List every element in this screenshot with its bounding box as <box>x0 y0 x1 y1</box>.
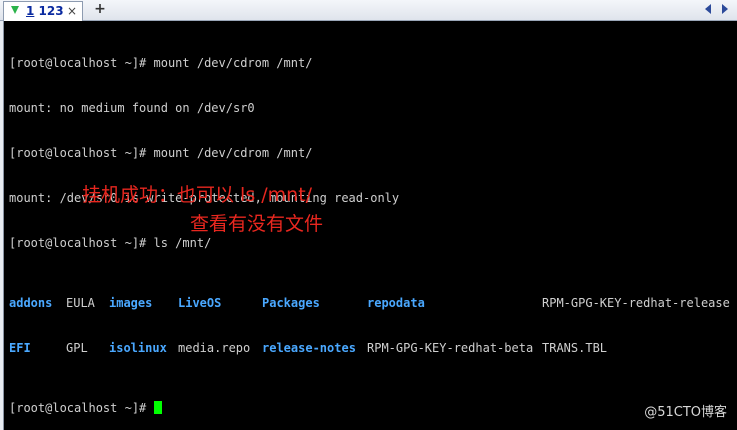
watermark: @51CTO博客 <box>644 405 727 420</box>
close-icon[interactable]: × <box>67 2 77 20</box>
ls-entry-directory: LiveOS <box>178 296 222 310</box>
terminal-prompt-line: [root@localhost ~]# <box>9 401 737 416</box>
terminal-cursor <box>153 401 162 414</box>
ls-output-row: EFI GPL isolinux media.repo release-note… <box>9 341 737 356</box>
terminal-line: [root@localhost ~]# ls /mnt/ <box>9 236 212 250</box>
ls-entry-file: EULA <box>66 296 95 310</box>
ls-entry-directory: EFI <box>9 341 31 355</box>
session-tab[interactable]: 1 123 × <box>3 1 83 21</box>
ls-entry-file: GPL <box>66 341 88 355</box>
ls-output-row: addons EULA images LiveOS Packages repod… <box>9 296 737 311</box>
scroll-tabs-right-icon[interactable] <box>722 4 728 14</box>
ls-entry-directory: images <box>109 296 153 310</box>
ls-entry-file: RPM-GPG-KEY-redhat-beta <box>367 341 534 355</box>
terminal-output[interactable]: [root@localhost ~]# mount /dev/cdrom /mn… <box>9 26 737 430</box>
ls-entry-file: RPM-GPG-KEY-redhat-release <box>542 296 730 310</box>
ls-entry-directory: Packages <box>262 296 320 310</box>
connected-status-icon <box>11 6 19 14</box>
tab-number: 1 <box>26 4 35 18</box>
new-tab-button[interactable]: + <box>92 2 108 18</box>
terminal-window: 1 123 × + [root@localhost ~]# mount /dev… <box>0 0 737 430</box>
ls-entry-directory: repodata <box>367 296 425 310</box>
terminal-line: [root@localhost ~]# mount /dev/cdrom /mn… <box>9 56 313 70</box>
window-left-edge <box>0 21 4 430</box>
ls-entry-file: media.repo <box>178 341 251 355</box>
tab-bar: 1 123 × + <box>0 0 737 21</box>
ls-entry-file: TRANS.TBL <box>542 341 608 355</box>
tab-title: 123 <box>38 4 64 18</box>
ls-entry-directory: addons <box>9 296 53 310</box>
annotation-text: 挂机成功：也可以 ls /mnt/ <box>82 184 313 206</box>
ls-entry-directory: isolinux <box>109 341 167 355</box>
tab-label: 1 123 <box>26 2 64 20</box>
ls-entry-directory: release-notes <box>262 341 356 355</box>
scroll-tabs-left-icon[interactable] <box>705 4 711 14</box>
terminal-line: mount: no medium found on /dev/sr0 <box>9 101 255 115</box>
annotation-text: 查看有没有文件 <box>190 213 324 235</box>
terminal-line: [root@localhost ~]# mount /dev/cdrom /mn… <box>9 146 313 160</box>
